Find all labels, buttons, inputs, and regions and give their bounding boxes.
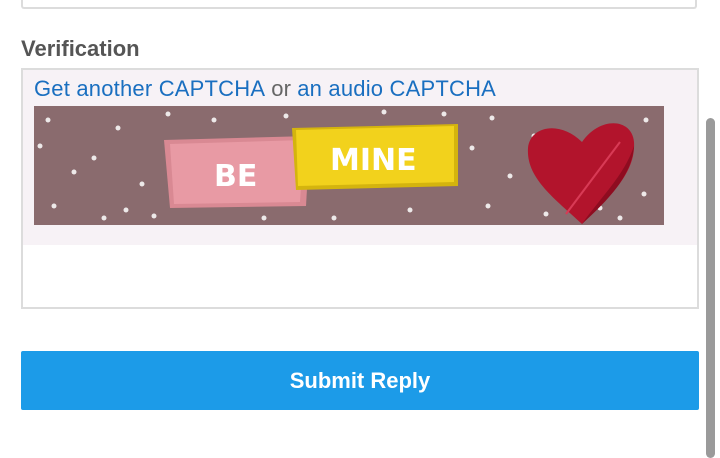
submit-reply-button[interactable]: Submit Reply — [21, 351, 699, 410]
captcha-answer-input[interactable] — [21, 245, 699, 309]
page-scrollbar[interactable] — [706, 118, 715, 458]
be-text: BE — [214, 159, 257, 194]
captcha-links: Get another CAPTCHA or an audio CAPTCHA — [34, 76, 496, 102]
captcha-image-graphic: BE MINE — [34, 106, 664, 225]
captcha-image: BE MINE — [34, 106, 664, 225]
mine-text: MINE — [330, 143, 417, 178]
get-another-captcha-link[interactable]: Get another CAPTCHA — [34, 76, 265, 101]
previous-field-bottom-edge — [21, 0, 697, 9]
verification-label: Verification — [21, 36, 140, 61]
captcha-container: Get another CAPTCHA or an audio CAPTCHA BE — [21, 68, 699, 247]
or-text: or — [271, 76, 292, 101]
be-card: BE — [164, 136, 310, 208]
audio-captcha-link[interactable]: an audio CAPTCHA — [297, 76, 496, 101]
mine-card: MINE — [292, 124, 458, 190]
